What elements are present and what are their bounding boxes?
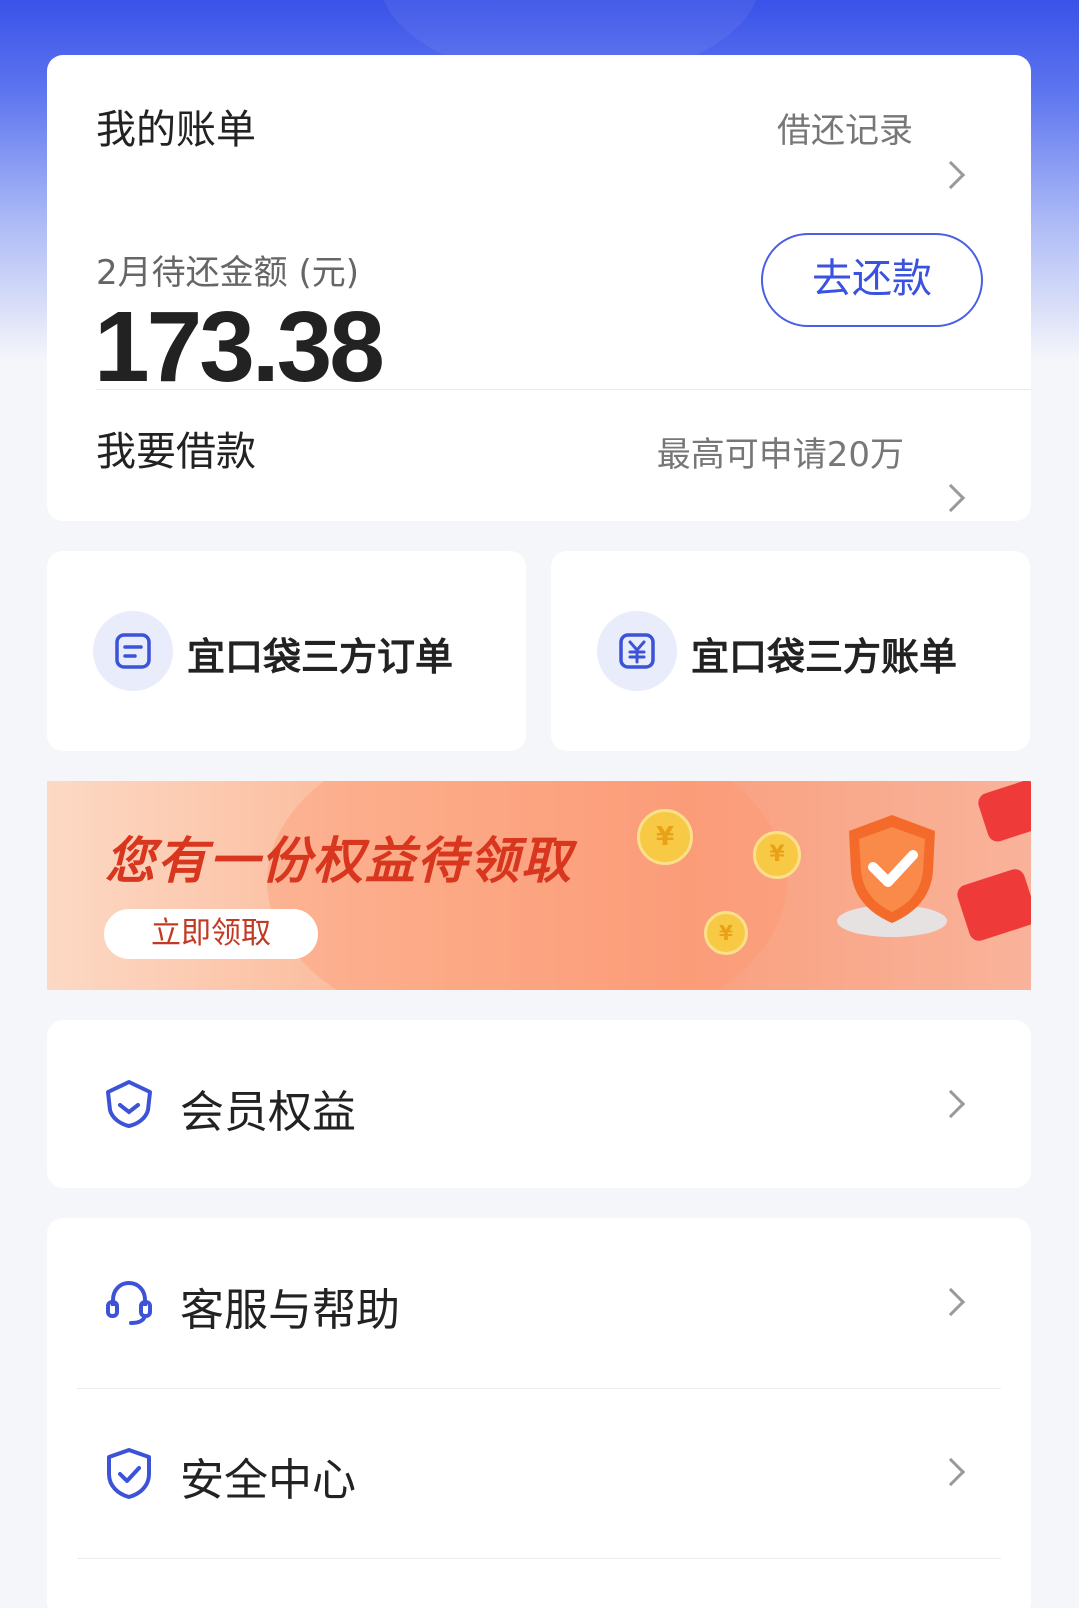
menu-label: 会员权益	[180, 1087, 356, 1138]
coin-icon: ¥	[753, 831, 801, 879]
benefit-banner[interactable]: ¥ ¥ ¥ 您有一份权益待领取 立即领取	[47, 781, 1031, 990]
chevron-right-icon[interactable]	[936, 1287, 966, 1317]
chevron-right-icon[interactable]	[936, 483, 966, 513]
quick-link-third-party-bills[interactable]: 宜口袋三方账单	[551, 551, 1030, 751]
quick-link-label: 宜口袋三方订单	[187, 635, 454, 679]
headset-icon	[106, 1280, 152, 1325]
chevron-right-icon[interactable]	[936, 160, 966, 190]
member-shield-icon	[106, 1080, 152, 1128]
divider	[77, 1558, 1001, 1559]
yuan-bill-icon	[597, 611, 677, 691]
service-menu-card: 客服与帮助 安全中心	[47, 1218, 1031, 1608]
order-doc-icon	[93, 611, 173, 691]
security-shield-icon	[107, 1448, 151, 1499]
bill-due-amount: 173.38	[94, 291, 385, 403]
menu-label: 安全中心	[180, 1455, 356, 1506]
quick-link-third-party-orders[interactable]: 宜口袋三方订单	[47, 551, 526, 751]
coin-icon: ¥	[704, 911, 748, 955]
divider	[96, 389, 1031, 390]
red-envelope-icon	[975, 781, 1031, 845]
loan-title[interactable]: 我要借款	[96, 419, 256, 477]
coin-icon: ¥	[637, 809, 693, 865]
bill-card: 我的账单 借还记录 2月待还金额 (元) 173.38 去还款 我要借款 最高可…	[47, 55, 1031, 521]
menu-item-member-benefits[interactable]: 会员权益	[47, 1020, 1031, 1188]
divider	[77, 1388, 1001, 1389]
red-envelope-icon	[954, 866, 1031, 944]
chevron-right-icon[interactable]	[936, 1457, 966, 1487]
bill-due-label: 2月待还金额 (元)	[96, 253, 359, 293]
menu-label: 客服与帮助	[180, 1285, 400, 1336]
chevron-right-icon[interactable]	[936, 1089, 966, 1119]
repayment-record-link[interactable]: 借还记录	[777, 103, 913, 152]
quick-link-label: 宜口袋三方账单	[691, 635, 958, 679]
bill-title: 我的账单	[96, 107, 256, 153]
loan-limit-text[interactable]: 最高可申请20万	[657, 427, 904, 476]
repay-button[interactable]: 去还款	[761, 233, 983, 327]
shield-check-icon	[837, 815, 947, 937]
claim-now-button[interactable]: 立即领取	[104, 909, 318, 959]
banner-title: 您有一份权益待领取	[105, 832, 573, 890]
